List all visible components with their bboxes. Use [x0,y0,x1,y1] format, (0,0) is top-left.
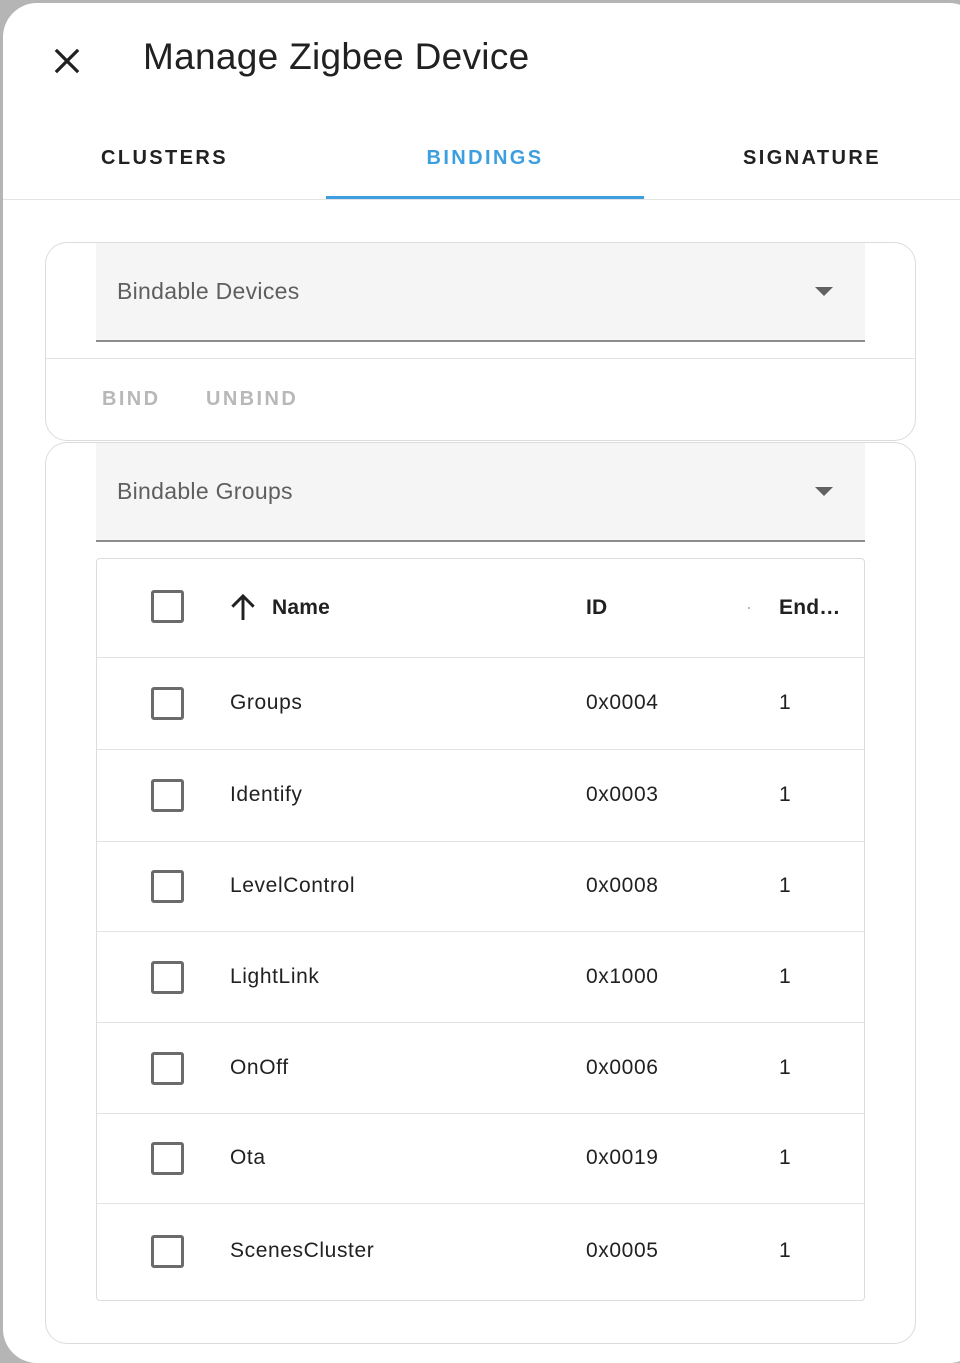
endpoint-cell: 1 [779,965,792,988]
bind-button[interactable]: BIND [102,359,161,439]
row-checkbox[interactable] [151,779,184,812]
tab-clusters[interactable]: CLUSTERS [3,118,326,199]
column-resize-handle[interactable] [748,607,750,609]
cluster-id-cell: 0x0019 [586,1146,659,1169]
endpoint-cell: 1 [779,691,792,714]
dropdown-arrow-icon [815,287,833,296]
table-row[interactable]: ScenesCluster 0x0005 1 [97,1203,864,1299]
unbind-button[interactable]: UNBIND [206,359,298,439]
sort-ascending-icon[interactable] [227,592,259,624]
cluster-id-cell: 0x1000 [586,965,659,988]
endpoint-cell: 1 [779,874,792,897]
card-actions: BIND UNBIND [46,359,915,439]
dropdown-arrow-icon [815,487,833,496]
cluster-id-cell: 0x0006 [586,1056,659,1079]
bindable-groups-label: Bindable Groups [117,478,293,504]
row-checkbox[interactable] [151,1142,184,1175]
close-icon [54,48,80,74]
table-header-row: Name ID End… [97,559,864,658]
manage-zigbee-dialog: Manage Zigbee Device CLUSTERS BINDINGS S… [3,3,960,1363]
select-all-checkbox[interactable] [151,590,184,623]
cluster-name-cell: Groups [230,691,303,714]
row-checkbox[interactable] [151,1052,184,1085]
column-header-id[interactable]: ID [586,596,607,620]
endpoint-cell: 1 [779,1239,792,1262]
bindable-devices-label: Bindable Devices [117,278,300,304]
dialog-title: Manage Zigbee Device [143,36,530,77]
cluster-name-cell: OnOff [230,1056,289,1079]
row-checkbox[interactable] [151,870,184,903]
row-checkbox[interactable] [151,1235,184,1268]
clusters-table: Name ID End… Groups 0x0004 1 Identify 0x0003… [96,558,865,1301]
bindable-devices-card: Bindable Devices BIND UNBIND [45,242,916,441]
bindable-devices-select[interactable]: Bindable Devices [96,243,865,342]
close-button[interactable] [43,37,91,85]
row-checkbox[interactable] [151,687,184,720]
table-row[interactable]: OnOff 0x0006 1 [97,1022,864,1114]
table-row[interactable]: Ota 0x0019 1 [97,1113,864,1204]
tab-signature[interactable]: SIGNATURE [644,118,960,199]
table-row[interactable]: LightLink 0x1000 1 [97,931,864,1023]
bindable-groups-card: Bindable Groups Name ID End… Groups 0x000… [45,442,916,1344]
tab-bar: CLUSTERS BINDINGS SIGNATURE [3,118,960,200]
table-row[interactable]: Identify 0x0003 1 [97,749,864,842]
column-header-name[interactable]: Name [272,596,330,620]
cluster-id-cell: 0x0008 [586,874,659,897]
table-row[interactable]: LevelControl 0x0008 1 [97,841,864,932]
bindable-groups-select[interactable]: Bindable Groups [96,443,865,542]
table-row[interactable]: Groups 0x0004 1 [97,657,864,750]
row-checkbox[interactable] [151,961,184,994]
cluster-name-cell: Ota [230,1146,266,1169]
endpoint-cell: 1 [779,783,792,806]
cluster-id-cell: 0x0005 [586,1239,659,1262]
dialog-header: Manage Zigbee Device [3,3,960,118]
cluster-name-cell: LightLink [230,965,320,988]
bindings-content: Bindable Devices BIND UNBIND Bindable Gr… [3,200,960,1344]
tab-bindings[interactable]: BINDINGS [326,118,644,199]
endpoint-cell: 1 [779,1056,792,1079]
cluster-name-cell: Identify [230,783,303,806]
cluster-name-cell: LevelControl [230,874,356,897]
cluster-id-cell: 0x0004 [586,691,659,714]
cluster-id-cell: 0x0003 [586,783,659,806]
endpoint-cell: 1 [779,1146,792,1169]
active-tab-indicator [326,196,644,199]
column-header-endpoint[interactable]: End… [779,596,840,620]
cluster-name-cell: ScenesCluster [230,1239,375,1262]
